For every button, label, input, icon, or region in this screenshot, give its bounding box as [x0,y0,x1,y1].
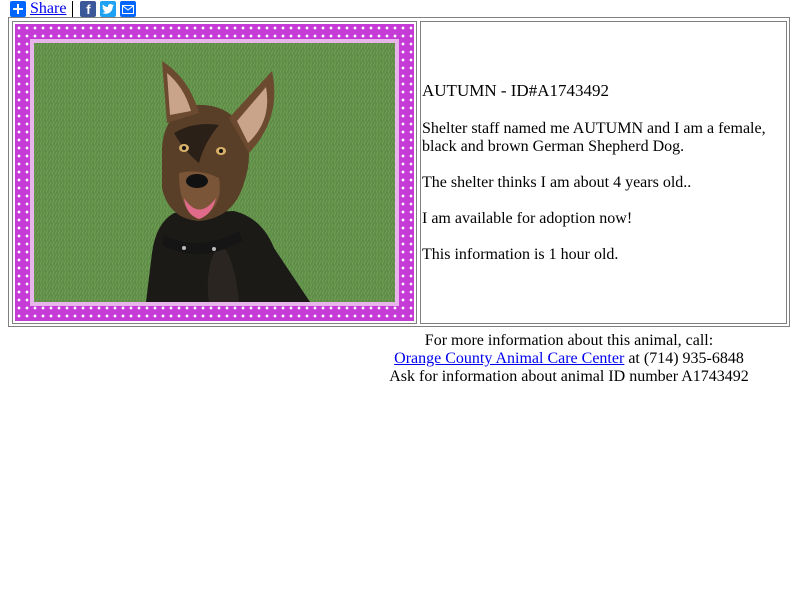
shelter-phone: at (714) 935-6848 [624,350,744,367]
pet-description: Shelter staff named me AUTUMN and I am a… [422,120,766,155]
info-cell: AUTUMN - ID#A1743492 Shelter staff named… [420,21,787,324]
plus-icon[interactable] [10,1,26,17]
photo-frame [15,24,414,321]
share-divider [72,1,74,17]
photo-mat [30,39,399,306]
pet-availability: I am available for adoption now! [422,210,633,227]
pet-info: AUTUMN - ID#A1743492 Shelter staff named… [422,82,782,282]
contact-intro: For more information about this animal, … [424,332,714,349]
contact-info: For more information about this animal, … [380,332,758,386]
twitter-icon[interactable] [100,1,117,17]
pet-info-freshness: This information is 1 hour old. [422,246,619,263]
contact-id-note: Ask for information about animal ID numb… [389,368,749,385]
share-link[interactable]: Share [30,0,66,18]
contact-line: Orange County Animal Care Center at (714… [380,350,758,368]
facebook-icon[interactable]: f [80,1,97,17]
email-icon[interactable] [120,1,137,17]
pet-title: AUTUMN - ID#A1743492 [422,81,609,100]
photo-cell [12,21,417,324]
shelter-link[interactable]: Orange County Animal Care Center [394,350,624,367]
pet-age: The shelter thinks I am about 4 years ol… [422,174,692,191]
share-bar: Share f [10,0,140,18]
pet-table: AUTUMN - ID#A1743492 Shelter staff named… [8,17,790,327]
dog-photo[interactable] [34,43,395,302]
